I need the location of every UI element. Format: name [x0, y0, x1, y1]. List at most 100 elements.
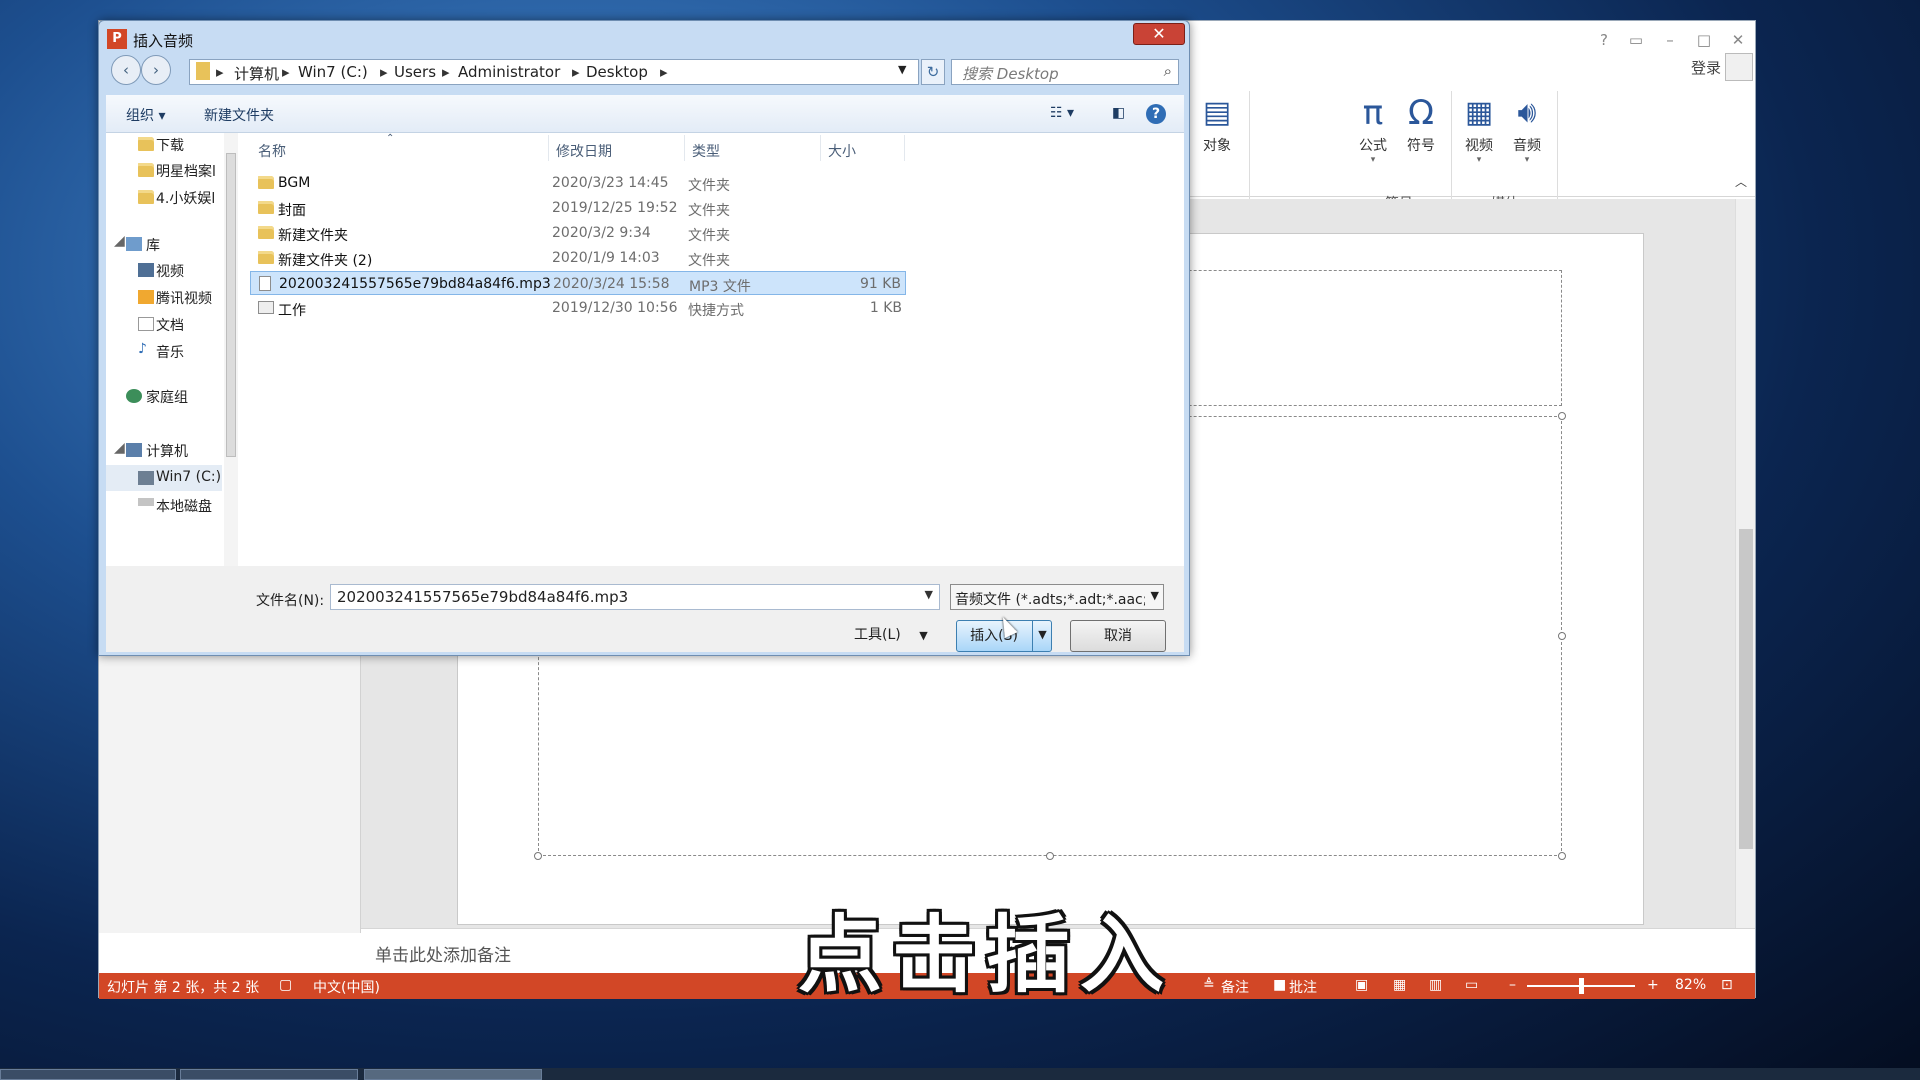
ribbon-display-icon[interactable]: ▭: [1623, 29, 1649, 51]
reading-view-icon[interactable]: ▥: [1429, 977, 1442, 993]
scroll-thumb[interactable]: [1739, 529, 1753, 849]
column-divider: [684, 135, 685, 161]
equation-label: 公式: [1359, 138, 1387, 154]
comments-toggle[interactable]: 批注: [1289, 977, 1317, 997]
nav-item-tencent-video[interactable]: 腾讯视频: [156, 288, 222, 308]
taskbar-item[interactable]: [180, 1069, 358, 1080]
help-icon[interactable]: ?: [1591, 29, 1617, 51]
download-icon: [138, 137, 154, 151]
search-input[interactable]: 搜索 Desktop ⌕: [951, 59, 1179, 85]
column-date[interactable]: 修改日期: [556, 141, 612, 161]
cancel-button[interactable]: 取消: [1070, 620, 1166, 652]
language-indicator[interactable]: 中文(中国): [313, 977, 380, 997]
resize-handle[interactable]: [534, 852, 542, 860]
symbol-button[interactable]: Ω 符号: [1395, 91, 1447, 155]
normal-view-icon[interactable]: ▣: [1355, 977, 1368, 993]
address-dropdown-icon[interactable]: ▼: [898, 63, 906, 76]
resize-handle[interactable]: [1046, 852, 1054, 860]
nav-scrollbar[interactable]: [224, 133, 238, 566]
expand-icon[interactable]: ◢: [114, 233, 126, 249]
refresh-button[interactable]: ↻: [921, 59, 945, 85]
breadcrumb-desktop[interactable]: Desktop: [586, 63, 648, 81]
zoom-level[interactable]: 82%: [1675, 977, 1706, 993]
folder-icon: [258, 226, 274, 239]
insert-options-dropdown[interactable]: ▼: [1032, 620, 1052, 652]
address-bar[interactable]: ▸ 计算机 ▸ Win7 (C:) ▸ Users ▸ Administrato…: [189, 59, 919, 85]
file-row[interactable]: 封面 2019/12/25 19:52 文件夹: [250, 196, 906, 220]
notes-toggle-icon[interactable]: ≜: [1203, 977, 1215, 993]
file-date: 2020/3/23 14:45: [552, 175, 669, 191]
notes-toggle[interactable]: 备注: [1221, 977, 1249, 997]
filetype-select[interactable]: 音频文件 (*.adts;*.adt;*.aac;*.a ▼: [950, 584, 1164, 610]
taskbar-item-powerpoint[interactable]: [364, 1069, 542, 1080]
resize-handle[interactable]: [1558, 852, 1566, 860]
chevron-down-icon[interactable]: ▼: [925, 588, 933, 601]
insert-audio-dialog: P 插入音频 ✕ ‹ › ▸ 计算机 ▸ Win7 (C:) ▸ Users ▸…: [98, 20, 1190, 656]
nav-item-entertainment[interactable]: 4.小妖娱l: [156, 188, 222, 208]
object-button[interactable]: ▤ 对象: [1191, 91, 1243, 155]
column-type[interactable]: 类型: [692, 141, 720, 161]
vertical-scrollbar[interactable]: [1735, 199, 1755, 933]
back-button[interactable]: ‹: [111, 55, 141, 85]
slide-sorter-icon[interactable]: ▦: [1393, 977, 1406, 993]
breadcrumb-users[interactable]: Users: [394, 63, 436, 81]
equation-button[interactable]: π 公式 ▾: [1347, 91, 1399, 165]
nav-item-celebrity[interactable]: 明星档案l: [156, 161, 222, 181]
filename-input[interactable]: 202003241557565e79bd84a84f6.mp3 ▼: [330, 584, 940, 610]
filetype-value: 音频文件 (*.adts;*.adt;*.aac;*.a: [955, 592, 1145, 608]
fit-slide-icon[interactable]: ⊡: [1721, 977, 1733, 993]
breadcrumb-separator: ▸: [572, 63, 580, 81]
resize-handle[interactable]: [1558, 632, 1566, 640]
file-row[interactable]: BGM 2020/3/23 14:45 文件夹: [250, 171, 906, 195]
search-icon[interactable]: ⌕: [1164, 62, 1172, 80]
file-size: 1 KB: [869, 300, 902, 316]
video-button[interactable]: ▦ 视频 ▾: [1453, 91, 1505, 165]
preview-pane-icon[interactable]: ◧: [1112, 105, 1125, 121]
expand-icon[interactable]: ◢: [114, 440, 126, 456]
close-icon[interactable]: ✕: [1725, 29, 1751, 51]
help-icon[interactable]: ?: [1146, 104, 1166, 124]
comments-icon[interactable]: ■: [1273, 977, 1286, 993]
slideshow-icon[interactable]: ▭: [1465, 977, 1478, 993]
breadcrumb-drive[interactable]: Win7 (C:): [298, 63, 368, 81]
file-name: 新建文件夹 (2): [278, 253, 373, 269]
taskbar-item[interactable]: [0, 1069, 176, 1080]
chevron-down-icon: ▾: [1524, 155, 1530, 165]
close-button[interactable]: ✕: [1133, 23, 1185, 45]
organize-menu[interactable]: 组织 ▾: [126, 105, 165, 125]
collapse-ribbon-icon[interactable]: ︿: [1735, 173, 1747, 190]
forward-button[interactable]: ›: [141, 55, 171, 85]
tools-menu[interactable]: 工具(L) ▼: [854, 624, 928, 644]
breadcrumb-computer[interactable]: 计算机: [234, 63, 279, 84]
file-row[interactable]: 新建文件夹 2020/3/2 9:34 文件夹: [250, 221, 906, 245]
nav-item-homegroup[interactable]: 家庭组: [146, 387, 236, 407]
login-link[interactable]: 登录: [1691, 57, 1721, 78]
audio-button[interactable]: 🔊︎ 音频 ▾: [1501, 91, 1553, 165]
spellcheck-icon[interactable]: ▢: [279, 977, 292, 993]
file-row[interactable]: 工作 2019/12/30 10:56 快捷方式 1 KB: [250, 296, 906, 320]
view-options-icon[interactable]: ☷ ▾: [1050, 105, 1074, 121]
maximize-icon[interactable]: □: [1691, 29, 1717, 51]
zoom-slider-thumb[interactable]: [1579, 978, 1584, 994]
new-folder-button[interactable]: 新建文件夹: [204, 105, 274, 125]
file-row[interactable]: 新建文件夹 (2) 2020/1/9 14:03 文件夹: [250, 246, 906, 270]
resize-handle[interactable]: [1558, 412, 1566, 420]
notes-placeholder[interactable]: 单击此处添加备注: [375, 941, 511, 966]
file-date: 2020/3/2 9:34: [552, 225, 651, 241]
search-placeholder: 搜索 Desktop: [962, 65, 1059, 83]
zoom-in-icon[interactable]: +: [1647, 977, 1659, 993]
nav-item-computer[interactable]: 计算机: [146, 441, 236, 461]
column-size[interactable]: 大小: [828, 141, 856, 161]
breadcrumb-administrator[interactable]: Administrator: [458, 63, 560, 81]
file-name: 新建文件夹: [278, 228, 348, 244]
column-divider: [904, 135, 905, 161]
film-icon: ▦: [1464, 95, 1494, 130]
scroll-thumb[interactable]: [226, 153, 236, 457]
file-row-selected[interactable]: 202003241557565e79bd84a84f6.mp3 2020/3/2…: [250, 271, 906, 295]
column-name[interactable]: 名称: [258, 141, 286, 161]
zoom-out-icon[interactable]: –: [1509, 977, 1516, 993]
taskbar: [0, 1068, 1920, 1080]
nav-item-libraries[interactable]: 库: [146, 235, 236, 255]
minimize-icon[interactable]: –: [1657, 29, 1683, 51]
nav-item-local-disk[interactable]: 本地磁盘: [156, 496, 222, 516]
